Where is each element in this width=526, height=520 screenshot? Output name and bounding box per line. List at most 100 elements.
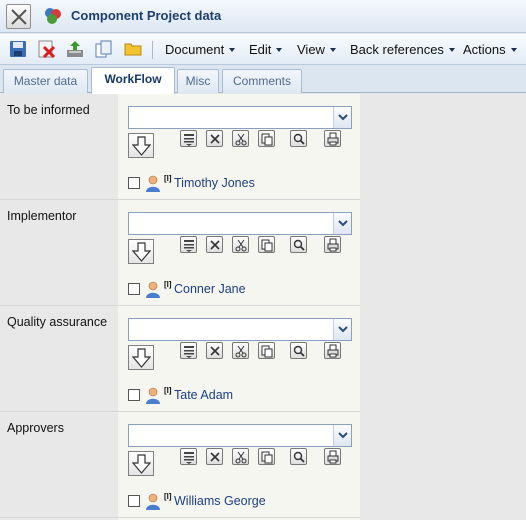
cut-icon	[235, 451, 247, 464]
move-down-button[interactable]	[128, 133, 154, 158]
search-icon	[293, 451, 305, 463]
copy-icon[interactable]	[95, 40, 113, 58]
title-bar: Component Project data	[0, 0, 526, 33]
chevron-down-icon	[338, 326, 348, 333]
role-combobox[interactable]	[128, 318, 352, 341]
search-icon	[293, 345, 305, 357]
component-cubes-icon	[45, 8, 61, 24]
list-icon	[184, 240, 194, 252]
menu-view[interactable]: View	[297, 42, 336, 57]
member-marker: [I]	[164, 280, 172, 289]
search-icon	[293, 133, 305, 145]
role-combobox[interactable]	[128, 106, 352, 129]
member-name-link[interactable]: Conner Jane	[174, 282, 246, 296]
chevron-down-icon	[329, 48, 336, 52]
print-icon	[327, 450, 339, 464]
cut-button[interactable]	[232, 448, 249, 465]
cut-icon	[235, 133, 247, 146]
menu-edit[interactable]: Edit	[249, 42, 283, 57]
move-down-button[interactable]	[128, 345, 154, 370]
member-name-link[interactable]: Williams George	[174, 494, 266, 508]
member-marker: [I]	[164, 386, 172, 395]
search-button[interactable]	[290, 342, 307, 359]
search-button[interactable]	[290, 448, 307, 465]
print-icon	[327, 238, 339, 252]
remove-button[interactable]	[206, 342, 223, 359]
paste-button[interactable]	[258, 130, 275, 147]
save-icon[interactable]	[9, 40, 27, 58]
member-marker: [I]	[164, 492, 172, 501]
tab-master-data[interactable]: Master data	[3, 69, 88, 93]
person-icon	[146, 387, 160, 404]
member-checkbox[interactable]	[128, 389, 140, 401]
tab-comments[interactable]: Comments	[222, 69, 302, 93]
chevron-down-icon	[276, 48, 283, 52]
combo-dropdown-button[interactable]	[333, 213, 351, 234]
member-checkbox[interactable]	[128, 177, 140, 189]
move-down-icon	[132, 136, 151, 156]
tab-misc[interactable]: Misc	[177, 69, 219, 93]
list-button[interactable]	[180, 342, 197, 359]
workflow-section: To be informed [I] Timothy Jones	[0, 94, 360, 200]
paste-button[interactable]	[258, 342, 275, 359]
cut-button[interactable]	[232, 130, 249, 147]
search-button[interactable]	[290, 236, 307, 253]
combo-dropdown-button[interactable]	[333, 107, 351, 128]
member-name-link[interactable]: Tate Adam	[174, 388, 233, 402]
workflow-form: To be informed [I] Timothy Jones Implemento…	[0, 94, 526, 520]
upload-icon[interactable]	[66, 40, 84, 58]
search-button[interactable]	[290, 130, 307, 147]
cut-icon	[235, 345, 247, 358]
move-down-button[interactable]	[128, 451, 154, 476]
paste-button[interactable]	[258, 236, 275, 253]
list-button[interactable]	[180, 130, 197, 147]
role-combobox[interactable]	[128, 424, 352, 447]
member-name-link[interactable]: Timothy Jones	[174, 176, 255, 190]
print-button[interactable]	[324, 448, 341, 465]
menu-document[interactable]: Document	[165, 42, 236, 57]
menu-back-references[interactable]: Back references	[350, 42, 455, 57]
list-icon	[184, 346, 194, 358]
menu-actions[interactable]: Actions	[463, 42, 517, 57]
remove-button[interactable]	[206, 130, 223, 147]
chevron-down-icon	[229, 48, 236, 52]
remove-button[interactable]	[206, 236, 223, 253]
folder-icon[interactable]	[124, 40, 142, 58]
chevron-down-icon	[338, 114, 348, 121]
section-label: Implementor	[7, 209, 77, 223]
move-down-button[interactable]	[128, 239, 154, 264]
list-button[interactable]	[180, 236, 197, 253]
member-checkbox[interactable]	[128, 495, 140, 507]
delete-icon[interactable]	[38, 40, 56, 58]
chevron-down-icon	[510, 48, 517, 52]
remove-icon	[210, 452, 220, 462]
print-button[interactable]	[324, 236, 341, 253]
move-down-icon	[132, 348, 151, 368]
combo-dropdown-button[interactable]	[333, 319, 351, 340]
print-button[interactable]	[324, 130, 341, 147]
cut-icon	[235, 239, 247, 252]
chevron-down-icon	[338, 432, 348, 439]
print-button[interactable]	[324, 342, 341, 359]
cut-button[interactable]	[232, 236, 249, 253]
person-icon	[146, 281, 160, 298]
menu-edit-label: Edit	[249, 42, 272, 57]
cut-button[interactable]	[232, 342, 249, 359]
remove-icon	[210, 134, 220, 144]
move-down-icon	[132, 242, 151, 262]
remove-button[interactable]	[206, 448, 223, 465]
list-button[interactable]	[180, 448, 197, 465]
menu-actions-label: Actions	[463, 42, 506, 57]
member-marker: [I]	[164, 174, 172, 183]
menu-document-label: Document	[165, 42, 225, 57]
combo-dropdown-button[interactable]	[333, 425, 351, 446]
move-down-icon	[132, 454, 151, 474]
tab-workflow[interactable]: WorkFlow	[91, 67, 175, 94]
section-label: Quality assurance	[7, 315, 108, 329]
member-checkbox[interactable]	[128, 283, 140, 295]
workflow-section: Approvers [I] Williams George	[0, 412, 360, 518]
role-combobox[interactable]	[128, 212, 352, 235]
close-button[interactable]	[6, 4, 31, 29]
person-icon	[146, 175, 160, 192]
paste-button[interactable]	[258, 448, 275, 465]
